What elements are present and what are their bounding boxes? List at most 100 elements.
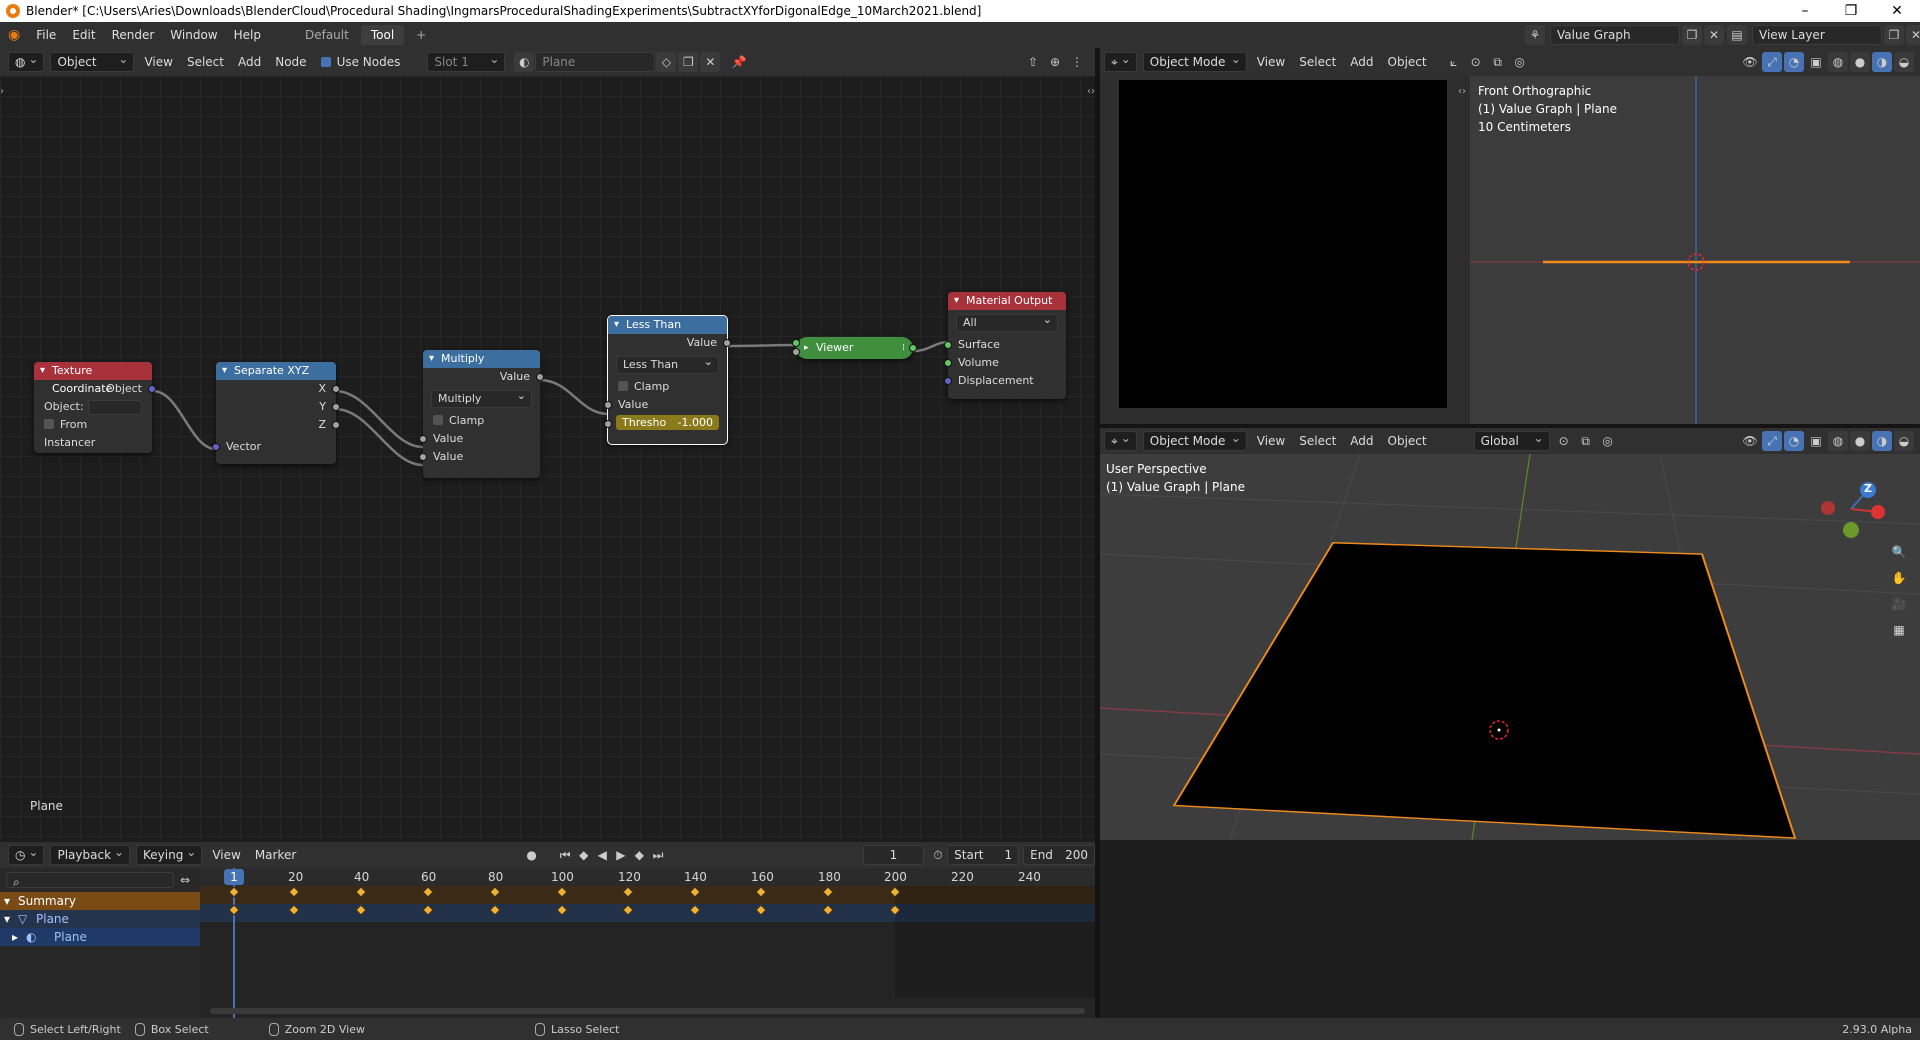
operation-dropdown[interactable]: Less Than [616,354,719,374]
copy-scene-icon[interactable]: ❐ [1682,25,1702,45]
minimize-button[interactable]: – [1782,0,1828,22]
rendered-shading-icon[interactable]: ◒ [1894,52,1914,72]
snap-icon[interactable]: ⊕ [1045,52,1065,72]
node-material-output[interactable]: Material Output All Surface Volume Displ… [944,292,1066,399]
pin-icon[interactable]: 📌 [729,52,749,72]
add-workspace-button[interactable]: + [406,25,436,45]
material-sphere-icon[interactable]: ◐ [514,52,535,72]
menu-select[interactable]: Select [1292,430,1343,452]
clamp-row[interactable]: Clamp [423,412,540,430]
playhead-frame[interactable]: 1 [224,869,244,885]
input-socket[interactable] [944,359,952,367]
channel-object[interactable]: ▾ ▽ Plane [0,910,200,928]
material-field[interactable]: Plane [535,52,656,72]
input-socket[interactable] [792,348,800,356]
pivot-icon[interactable]: ⊙ [1466,52,1486,72]
menu-view[interactable]: View [1250,51,1292,73]
xray-icon[interactable]: ▣ [1806,52,1826,72]
shader-type-dropdown[interactable]: Object [50,50,135,72]
from-instancer-row[interactable]: From Instancer [34,416,152,449]
current-frame-field[interactable]: 1 [863,845,924,865]
area-expand-icon[interactable]: ‹› [1458,86,1466,97]
material-shading-icon[interactable]: ◑ [1872,52,1892,72]
menu-view[interactable]: View [1250,430,1292,452]
snap-icon[interactable]: ⧉ [1488,52,1508,72]
threshold-field[interactable]: Thresho -1.000 [616,415,719,430]
sync-icon[interactable]: ⇔ [180,873,190,887]
input-socket[interactable] [419,435,427,443]
jump-start-icon[interactable]: ⏮ [557,845,574,865]
remove-view-layer-icon[interactable]: ✕ [1906,25,1920,45]
channel-summary[interactable]: ▾ Summary [0,892,200,910]
input-socket[interactable] [944,341,952,349]
close-button[interactable]: ✕ [1874,0,1920,22]
workspace-tab-tool[interactable]: Tool [360,25,405,45]
channel-material[interactable]: ▸ ◐ Plane [0,928,200,946]
menu-render[interactable]: Render [104,22,163,48]
clamp-row[interactable]: Clamp [608,378,727,396]
menu-select[interactable]: Select [180,51,231,73]
snap-settings-icon[interactable]: ⋮ [1067,52,1087,72]
operation-dropdown[interactable]: Multiply [431,388,532,408]
menu-keying[interactable]: Keying [136,843,203,865]
end-frame-field[interactable]: End 200 [1023,845,1096,865]
timeline-scrollbar[interactable] [210,1008,1085,1014]
ortho-grid-icon[interactable]: ▦ [1889,620,1909,640]
pivot-icon[interactable]: ⊙ [1554,431,1574,451]
zoom-icon[interactable]: 🔍 [1889,542,1909,562]
snap-icon[interactable]: ⧉ [1576,431,1596,451]
visibility-icon[interactable]: 👁 [1740,431,1760,451]
timeline-area[interactable]: ⌕ ⇔ ▾ Summary ▾ ▽ Plane ▸ ◐ Plane 1 20 40 60 … [0,868,1095,1018]
front-ortho-viewport[interactable]: Front Orthographic (1) Value Graph | Pla… [1470,76,1920,426]
rendered-shading-icon[interactable]: ◒ [1894,431,1914,451]
menu-view[interactable]: View [137,51,179,73]
copy-view-layer-icon[interactable]: ❐ [1884,25,1904,45]
jump-end-icon[interactable]: ⏭ [650,845,667,865]
wireframe-shading-icon[interactable]: ◍ [1828,52,1848,72]
view-layer-icon[interactable]: ▤ [1727,25,1747,45]
maximize-button[interactable]: ❐ [1828,0,1874,22]
sidebar-toggle-icon[interactable]: › [0,86,4,97]
navigation-gizmo[interactable]: Z [1816,474,1886,544]
menu-playback[interactable]: Playback [50,843,131,865]
material-shading-icon[interactable]: ◑ [1872,431,1892,451]
node-less-than[interactable]: Less Than Value Less Than Clamp Value Th… [604,315,731,445]
wireframe-shading-icon[interactable]: ◍ [1828,431,1848,451]
target-dropdown[interactable]: All [956,312,1058,332]
prev-key-icon[interactable]: ◆ [575,845,592,865]
mode-dropdown[interactable]: Object Mode [1142,50,1247,72]
menu-object[interactable]: Object [1381,430,1434,452]
start-frame-field[interactable]: Start 1 [947,845,1020,865]
camera-icon[interactable]: 🎥 [1889,594,1909,614]
pan-hand-icon[interactable]: ✋ [1889,568,1909,588]
mode-dropdown[interactable]: Object Mode [1142,429,1247,451]
orientation-dropdown[interactable]: Global [1473,429,1550,451]
menu-node[interactable]: Node [268,51,313,73]
preview-range-icon[interactable]: ⏱ [930,845,947,865]
view-layer-field[interactable]: View Layer [1752,25,1882,45]
gizmo-toggle-icon[interactable]: ⤢ [1762,52,1782,72]
output-socket[interactable] [723,339,731,347]
channel-search-input[interactable]: ⌕ [6,872,174,889]
slot-dropdown[interactable]: Slot 1 [427,50,506,72]
menu-edit[interactable]: Edit [64,22,103,48]
parent-node-tree-icon[interactable]: ⇧ [1023,52,1043,72]
solid-shading-icon[interactable]: ● [1850,431,1870,451]
overlay-toggle-icon[interactable]: ◔ [1784,431,1804,451]
output-socket[interactable] [332,403,340,411]
menu-select[interactable]: Select [1292,51,1343,73]
visibility-icon[interactable]: 👁 [1740,52,1760,72]
editor-type-icon[interactable]: ⌖ [1104,429,1137,451]
blender-menu-icon[interactable]: ◉ [0,22,28,48]
input-socket[interactable] [419,453,427,461]
editor-type-icon[interactable]: ◷ [8,843,45,865]
menu-help[interactable]: Help [226,22,269,48]
input-socket[interactable] [604,401,612,409]
editor-type-icon[interactable]: ⌖ [1104,50,1137,72]
object-picker-field[interactable] [87,399,142,415]
output-socket[interactable] [148,385,156,393]
transform-orientation-icon[interactable]: ⟀ [1444,52,1464,72]
input-socket[interactable] [944,377,952,385]
input-socket[interactable] [792,339,800,347]
gizmo-toggle-icon[interactable]: ⤢ [1762,431,1782,451]
